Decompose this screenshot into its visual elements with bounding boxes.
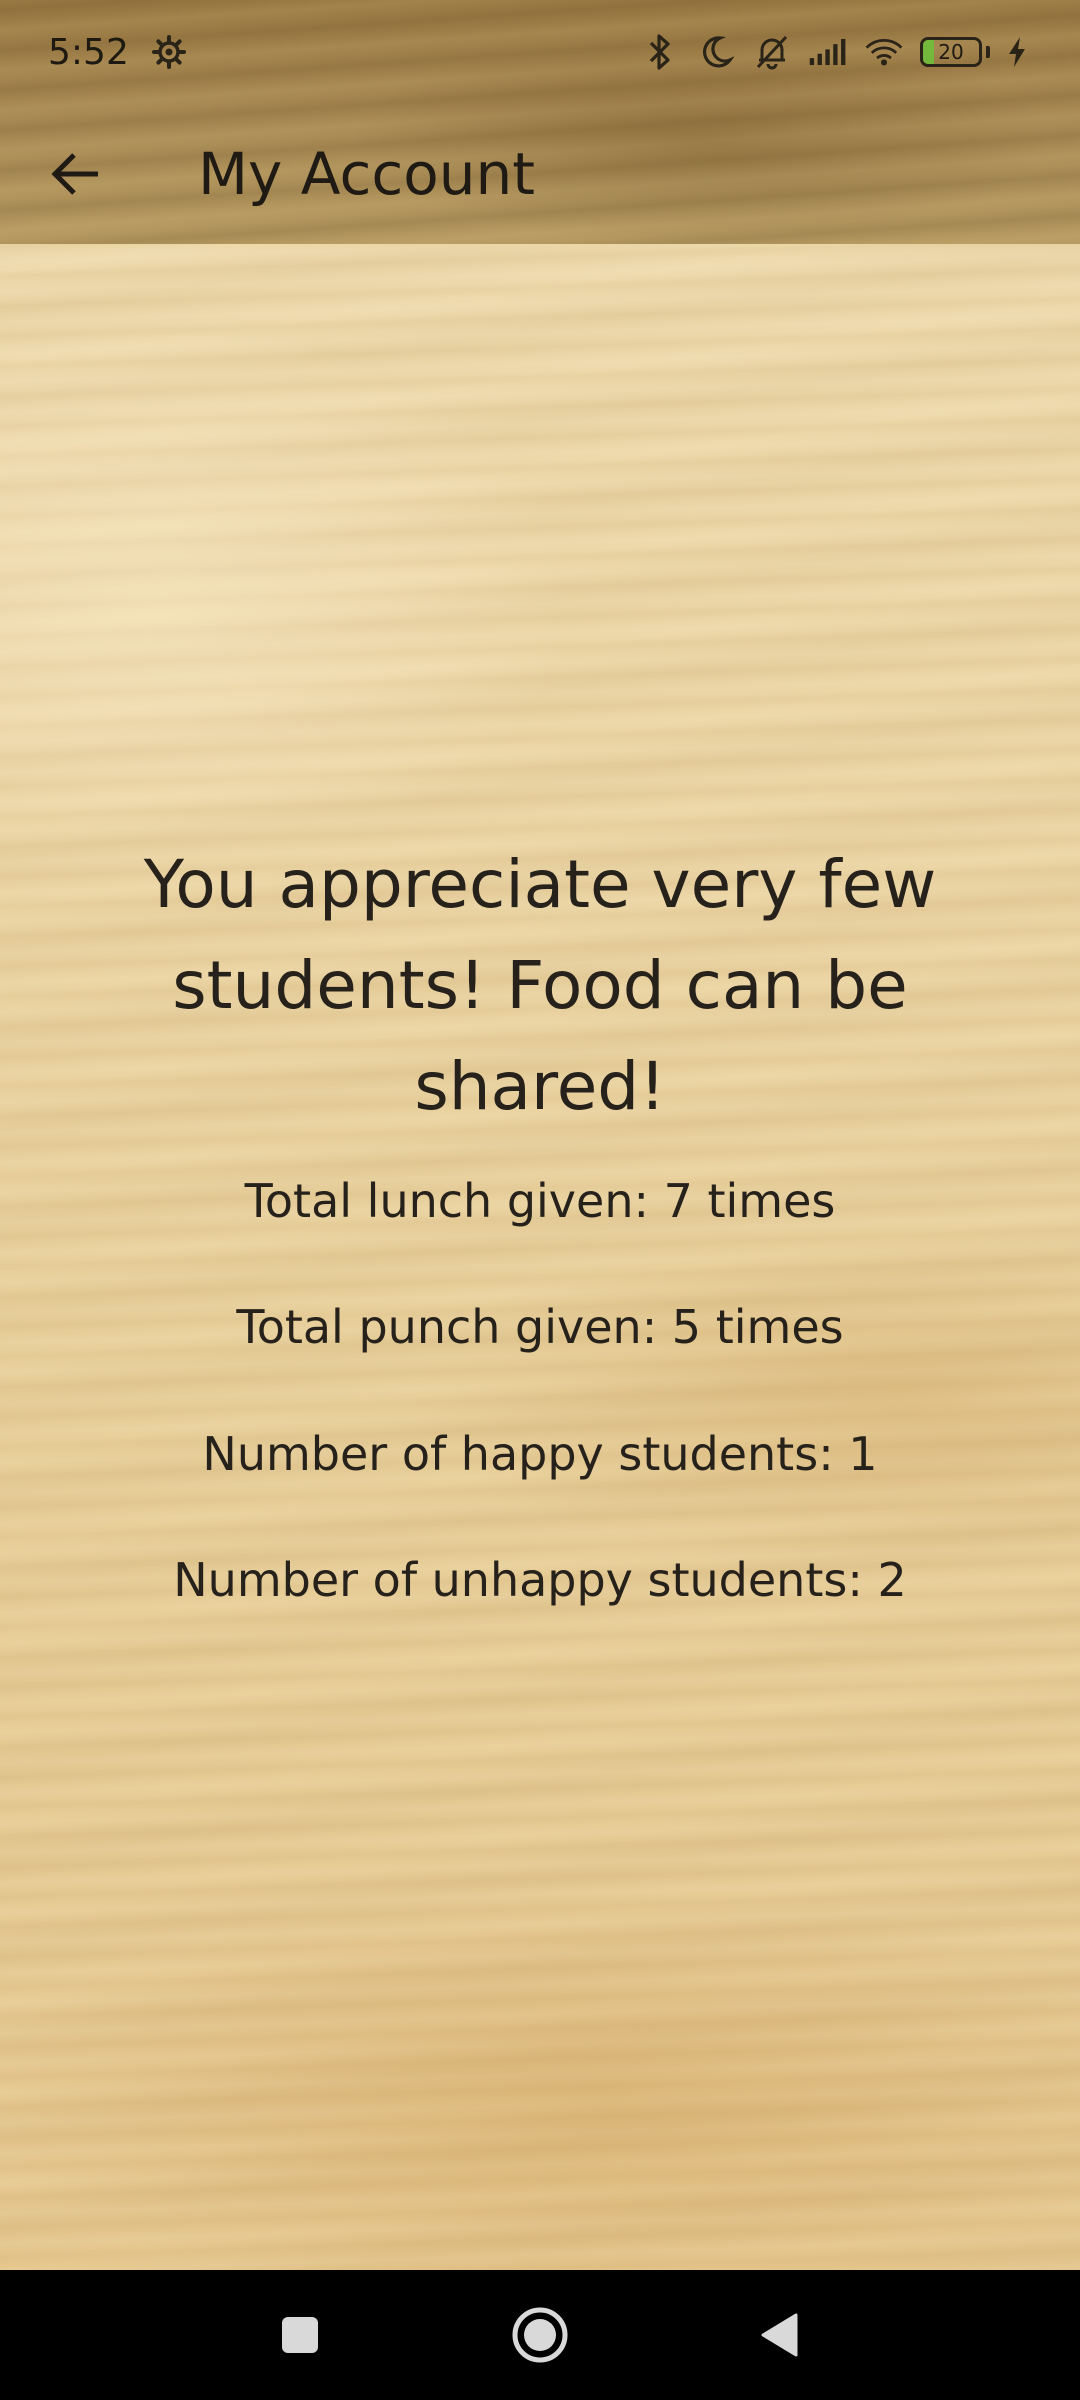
home-button[interactable] (495, 2290, 585, 2380)
system-back-button[interactable] (735, 2290, 825, 2380)
stat-unhappy-students: Number of unhappy students: 2 (173, 1553, 907, 1607)
appreciation-message: You appreciate very few students! Food c… (143, 846, 937, 1125)
battery-body: 20 (920, 37, 982, 67)
wifi-icon (864, 32, 904, 72)
stat-happy-students: Number of happy students: 1 (202, 1427, 878, 1481)
battery-level: 20 (938, 40, 964, 64)
battery-icon: 20 (920, 37, 990, 67)
battery-fill (923, 40, 935, 64)
system-nav-bar (0, 2270, 1080, 2400)
app-bar: 5:52 20 My Account (0, 0, 1080, 244)
back-triangle-icon (761, 2313, 798, 2357)
back-button[interactable] (16, 114, 136, 234)
status-time: 5:52 (48, 31, 129, 73)
arrow-left-icon (51, 153, 98, 195)
recents-square-icon (282, 2317, 318, 2353)
status-right: 20 (640, 32, 1028, 72)
bell-off-icon (752, 32, 792, 72)
charging-bolt-icon (1006, 32, 1028, 72)
toolbar: My Account (0, 104, 1080, 244)
page-title: My Account (198, 140, 535, 208)
signal-icon (808, 32, 848, 72)
bluetooth-icon (640, 32, 680, 72)
stat-total-lunch: Total lunch given: 7 times (244, 1174, 836, 1228)
status-left: 5:52 (48, 32, 189, 73)
account-content: You appreciate very few students! Food c… (0, 244, 1080, 2270)
recents-button[interactable] (255, 2290, 345, 2380)
battery-tip (986, 46, 990, 58)
settings-gear-icon (149, 32, 189, 72)
moon-icon (696, 32, 736, 72)
stat-total-punch: Total punch given: 5 times (236, 1300, 844, 1354)
home-circle-icon (512, 2307, 568, 2363)
status-bar: 5:52 20 (0, 0, 1080, 104)
